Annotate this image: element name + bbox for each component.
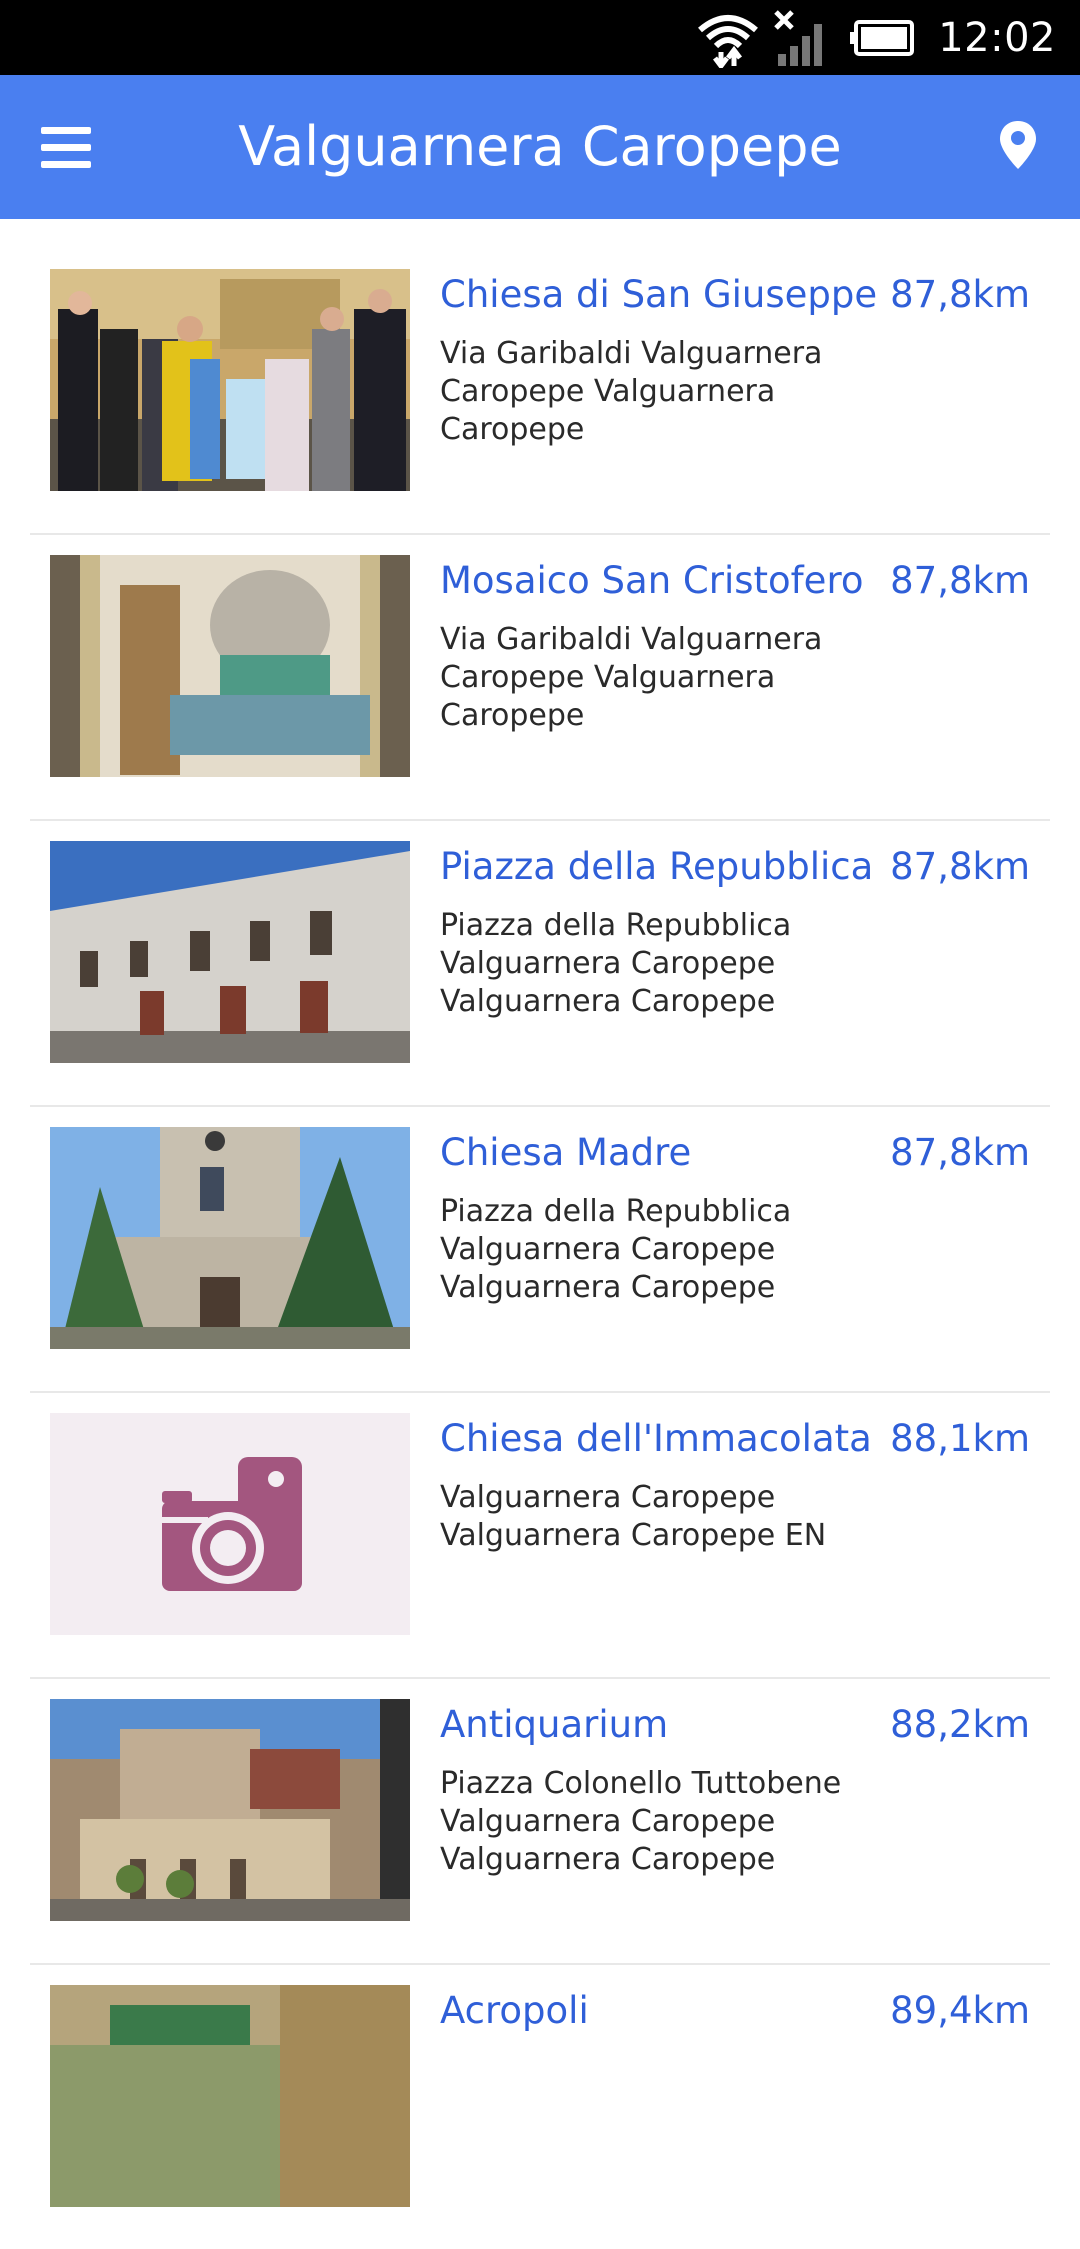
poi-name: Piazza della Repubblica (440, 845, 874, 888)
camera-placeholder-icon (50, 1413, 410, 1635)
menu-icon (41, 127, 91, 134)
poi-thumbnail (50, 555, 410, 777)
poi-list-item[interactable]: Chiesa dell'Immacolata 88,1km Valguarner… (30, 1413, 1050, 1679)
poi-list-item[interactable]: Chiesa Madre 87,8km Piazza della Repubbl… (30, 1127, 1050, 1393)
map-pin-icon (998, 119, 1038, 179)
poi-thumbnail (50, 841, 410, 1063)
poi-distance: 87,8km (890, 559, 1030, 602)
battery-icon (848, 18, 916, 58)
poi-list-item[interactable]: Chiesa di San Giuseppe 87,8km Via Gariba… (30, 269, 1050, 535)
poi-address: Piazza della Repubblica Valguarnera Caro… (440, 1194, 792, 1305)
poi-name: Acropoli (440, 1989, 589, 2032)
page-title: Valguarnera Caropepe (238, 115, 842, 178)
poi-list-item[interactable]: Mosaico San Cristofero 87,8km Via Gariba… (30, 555, 1050, 821)
map-button[interactable] (988, 119, 1048, 179)
poi-thumbnail (50, 1699, 410, 1921)
poi-distance: 87,8km (890, 845, 1030, 888)
poi-name: Antiquarium (440, 1703, 669, 1746)
poi-thumbnail (50, 1127, 410, 1349)
menu-icon-bar (41, 144, 91, 151)
poi-distance: 87,8km (890, 1131, 1030, 1174)
poi-name: Chiesa dell'Immacolata (440, 1417, 872, 1460)
poi-name: Mosaico San Cristofero (440, 559, 864, 602)
poi-distance: 88,1km (890, 1417, 1030, 1460)
poi-thumbnail (50, 1413, 410, 1635)
status-bar: 12:02 (0, 0, 1080, 75)
status-time: 12:02 (938, 14, 1056, 61)
poi-list: Chiesa di San Giuseppe 87,8km Via Gariba… (0, 219, 1080, 2249)
menu-icon-bar (41, 161, 91, 168)
menu-button[interactable] (34, 117, 94, 177)
poi-distance: 89,4km (890, 1989, 1030, 2032)
poi-name: Chiesa di San Giuseppe (440, 273, 878, 316)
poi-thumbnail (50, 269, 410, 491)
poi-thumbnail (50, 1985, 410, 2207)
poi-address: Via Garibaldi Valguarnera Caropepe Valgu… (440, 622, 823, 733)
poi-distance: 87,8km (890, 273, 1030, 316)
poi-address: Via Garibaldi Valguarnera Caropepe Valgu… (440, 336, 823, 447)
signal-icon (774, 8, 830, 68)
poi-list-item[interactable]: Acropoli 89,4km (30, 1985, 1050, 2249)
status-icons: 12:02 (696, 0, 1080, 75)
poi-address: Valguarnera Caropepe Valguarnera Caropep… (440, 1480, 827, 1553)
poi-list-item[interactable]: Piazza della Repubblica 87,8km Piazza de… (30, 841, 1050, 1107)
poi-address: Piazza Colonello Tuttobene Valguarnera C… (440, 1766, 842, 1877)
poi-distance: 88,2km (890, 1703, 1030, 1746)
wifi-icon (696, 8, 760, 68)
poi-name: Chiesa Madre (440, 1131, 692, 1174)
poi-list-item[interactable]: Antiquarium 88,2km Piazza Colonello Tutt… (30, 1699, 1050, 1965)
app-bar: Valguarnera Caropepe (0, 75, 1080, 219)
poi-address: Piazza della Repubblica Valguarnera Caro… (440, 908, 792, 1019)
